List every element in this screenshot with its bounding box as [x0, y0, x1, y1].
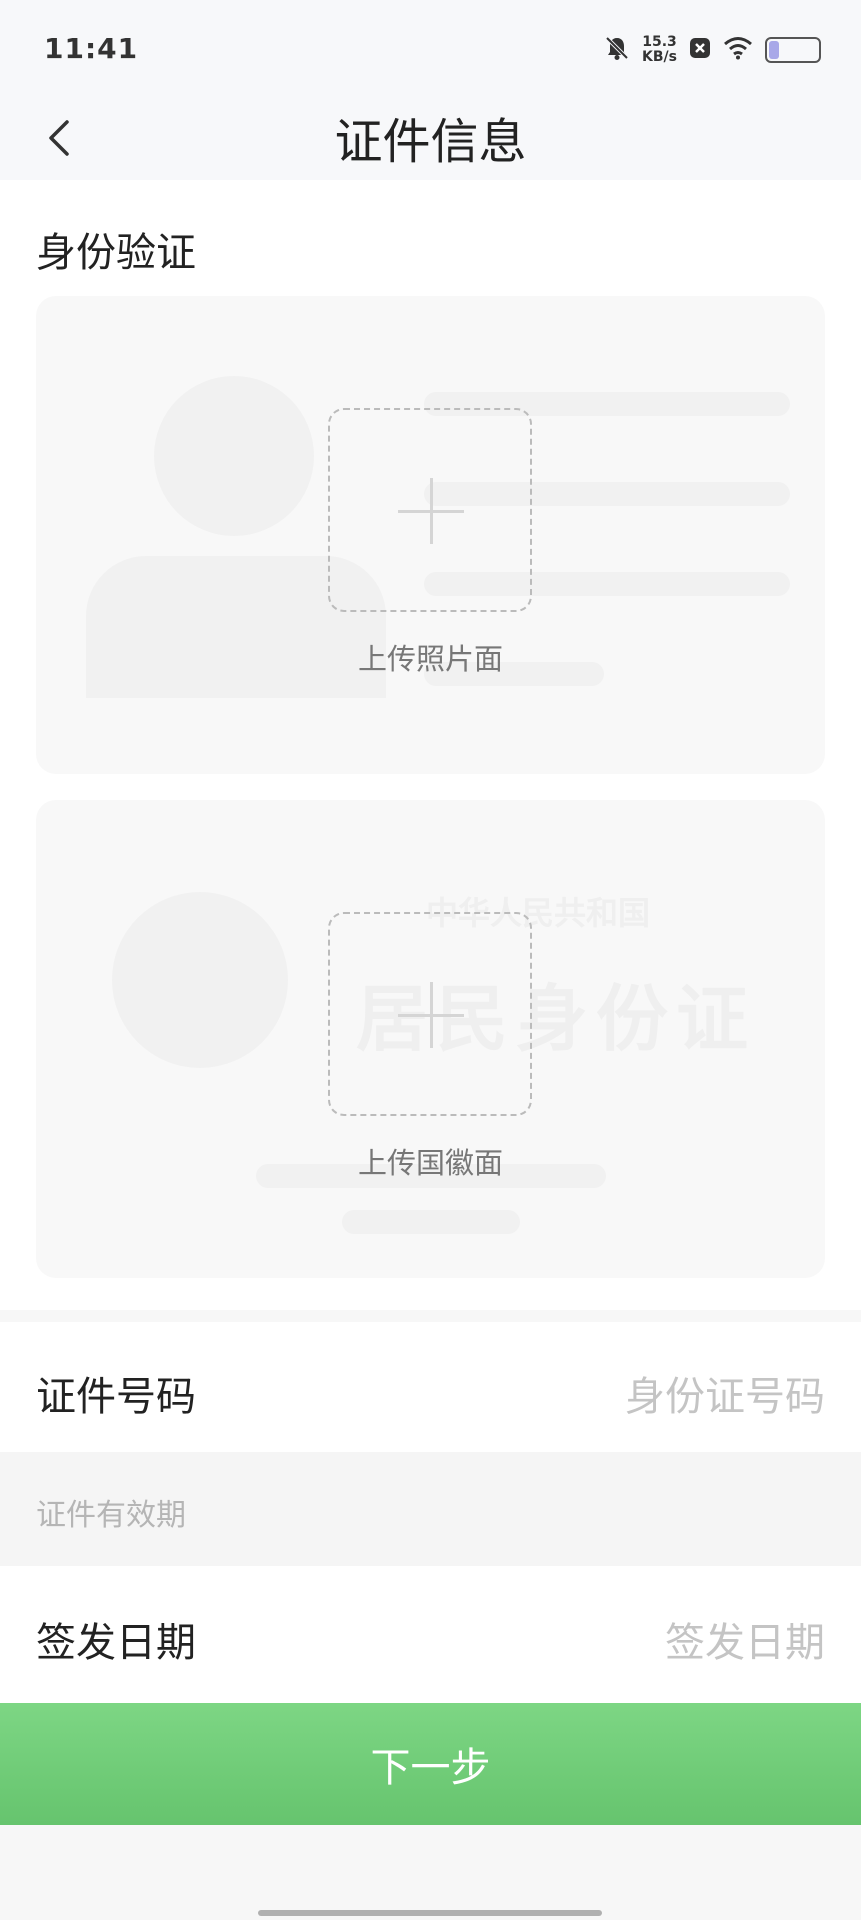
net-speed-indicator: 15.3 KB/s [642, 35, 677, 65]
battery-icon [765, 37, 821, 63]
next-step-button[interactable]: 下一步 [0, 1703, 861, 1825]
upload-front-button[interactable] [328, 408, 532, 612]
validity-group-header: 证件有效期 [0, 1452, 861, 1566]
validity-group-label: 证件有效期 [36, 1498, 186, 1533]
bell-off-icon [604, 35, 630, 65]
issue-date-label: 签发日期 [36, 1620, 196, 1666]
notification-close-icon [689, 37, 711, 63]
home-indicator[interactable] [258, 1910, 602, 1916]
identity-section: 身份验证 上传照片面 中华人民共和国 居民身份证 上传国徽面 [0, 180, 861, 1310]
status-icons: 15.3 KB/s [604, 30, 821, 70]
nav-bar: 证件信息 [0, 100, 861, 180]
id-number-input[interactable]: 身份证号码 [625, 1364, 825, 1422]
id-number-label: 证件号码 [36, 1374, 196, 1420]
issue-date-row[interactable]: 签发日期 签发日期 [0, 1566, 861, 1703]
upload-front-label: 上传照片面 [357, 642, 503, 676]
placeholder-line [342, 1210, 520, 1234]
emblem-illustration [112, 892, 288, 1068]
status-bar: 11:41 15.3 KB/s [0, 0, 861, 100]
wifi-icon [723, 36, 753, 64]
status-time: 11:41 [44, 32, 139, 65]
battery-level-fill [769, 41, 780, 59]
issue-date-picker[interactable]: 签发日期 [665, 1610, 825, 1668]
page-title: 证件信息 [334, 114, 527, 170]
upload-back-button[interactable] [328, 912, 532, 1116]
id-front-card[interactable]: 上传照片面 [36, 296, 825, 774]
net-speed-value: 15.3 [642, 34, 677, 50]
id-number-row[interactable]: 证件号码 身份证号码 [0, 1322, 861, 1452]
net-speed-unit: KB/s [642, 49, 677, 65]
upload-back-label: 上传国徽面 [357, 1146, 503, 1180]
section-title: 身份验证 [36, 230, 196, 276]
id-back-card[interactable]: 中华人民共和国 居民身份证 上传国徽面 [36, 800, 825, 1278]
person-illustration-head [154, 376, 314, 536]
